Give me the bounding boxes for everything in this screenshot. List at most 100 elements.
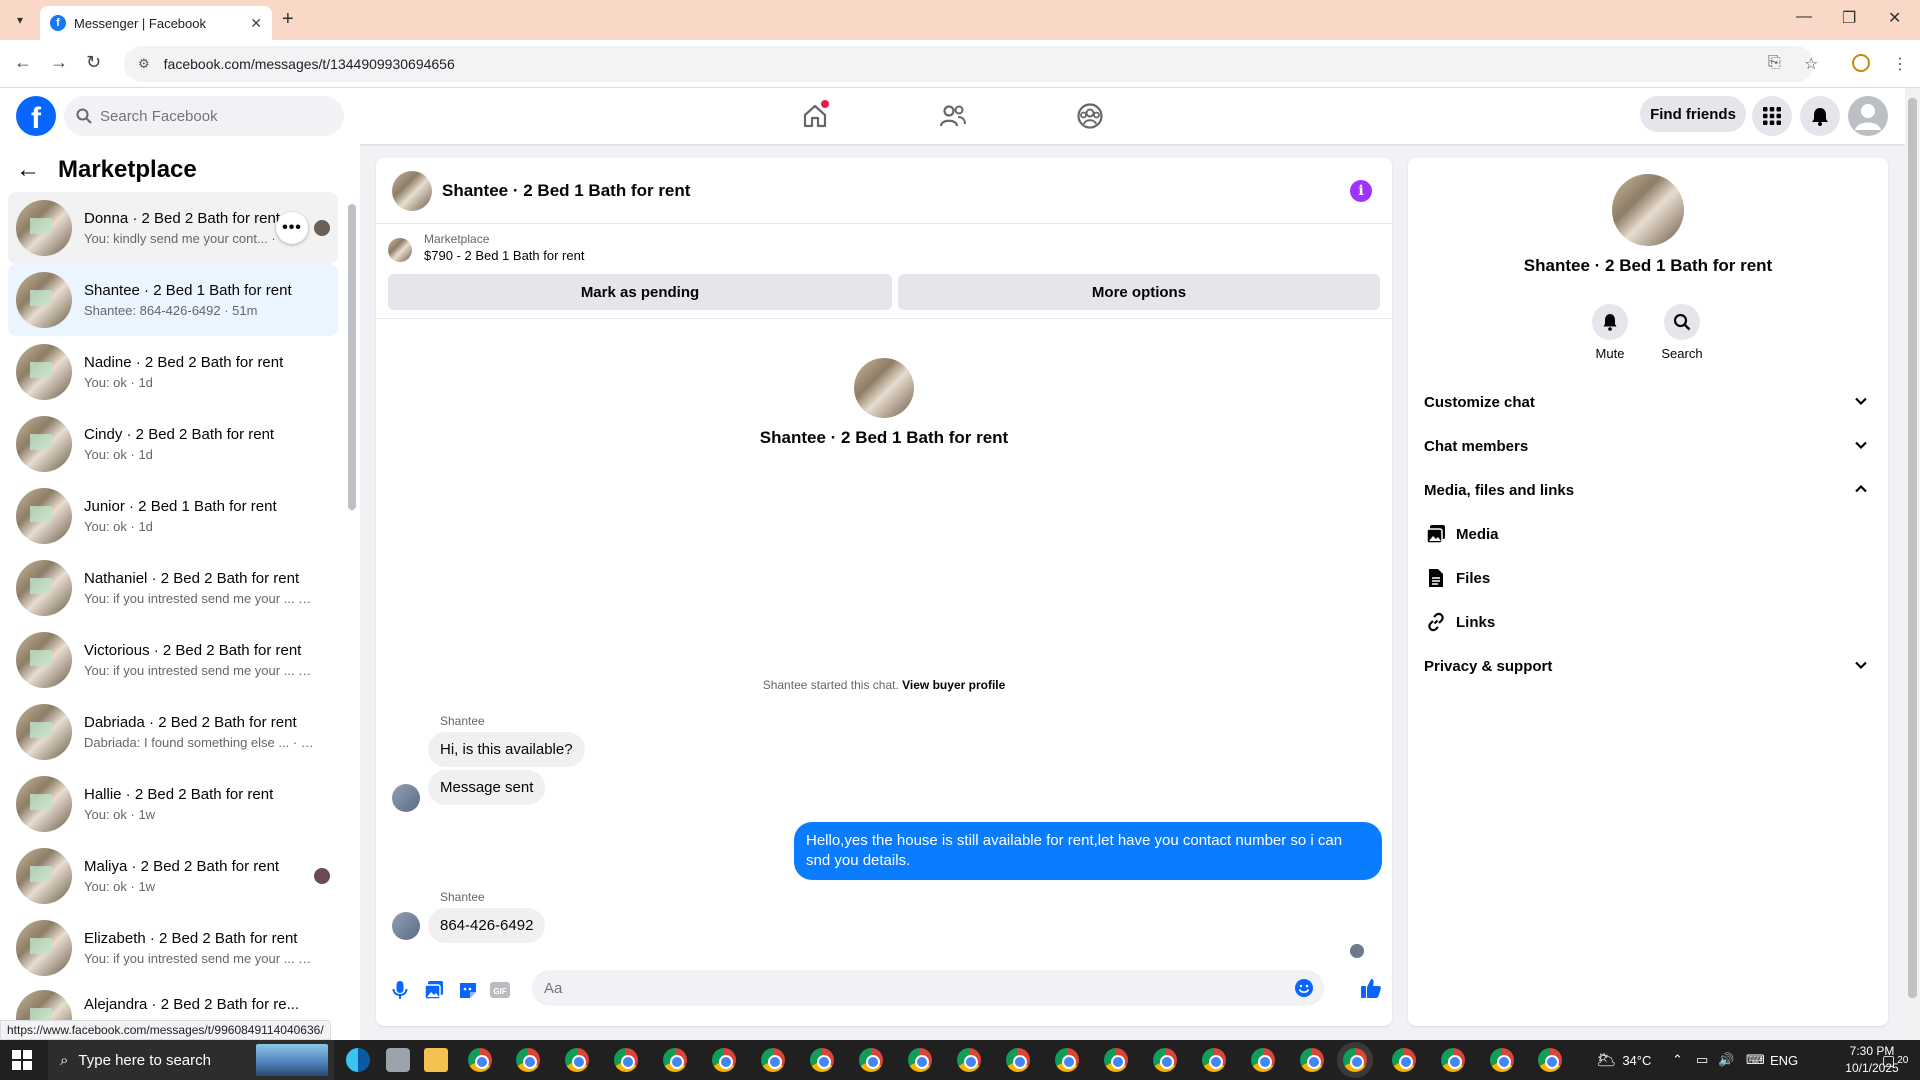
search-in-conversation-button[interactable]: Search xyxy=(1652,304,1712,361)
chrome-icon[interactable] xyxy=(859,1048,883,1072)
files-item[interactable]: Files xyxy=(1424,556,1872,600)
search-input[interactable] xyxy=(100,107,320,125)
chrome-icon[interactable] xyxy=(1202,1048,1226,1072)
account-avatar[interactable] xyxy=(1848,96,1888,136)
network-icon[interactable]: ⌨ xyxy=(1746,1040,1765,1080)
site-info-icon[interactable]: ⚙ xyxy=(138,56,150,72)
like-thumbs-up-icon[interactable] xyxy=(1359,976,1383,1000)
chrome-icon[interactable] xyxy=(663,1048,687,1072)
marketplace-listing-info[interactable]: Marketplace $790 - 2 Bed 1 Bath for rent xyxy=(388,232,584,263)
language-indicator[interactable]: ENG xyxy=(1770,1040,1798,1080)
gif-icon[interactable]: GIF xyxy=(488,978,512,1002)
browser-tab[interactable]: f Messenger | Facebook ✕ xyxy=(40,6,272,40)
conversation-item[interactable]: Dabriada · 2 Bed 2 Bath for rent Dabriada… xyxy=(8,696,338,768)
conversation-item[interactable]: Nathaniel · 2 Bed 2 Bath for rent You: if… xyxy=(8,552,338,624)
chrome-icon[interactable] xyxy=(1490,1048,1514,1072)
weather-widget[interactable]: 🌥 34°C xyxy=(1596,1040,1651,1080)
sender-avatar[interactable] xyxy=(392,784,420,812)
chrome-icon[interactable] xyxy=(516,1048,540,1072)
emoji-icon[interactable] xyxy=(1294,978,1314,998)
chrome-icon[interactable] xyxy=(957,1048,981,1072)
close-tab-icon[interactable]: ✕ xyxy=(250,15,262,32)
taskbar-search[interactable]: ⌕ Type here to search xyxy=(48,1040,334,1080)
back-arrow-icon[interactable]: ← xyxy=(16,156,40,184)
message-input[interactable] xyxy=(544,979,1244,997)
menu-grid-icon[interactable] xyxy=(1752,96,1792,136)
chrome-icon[interactable] xyxy=(1300,1048,1324,1072)
groups-nav-icon[interactable] xyxy=(1072,100,1108,132)
show-hidden-icons[interactable]: ⌃ xyxy=(1672,1040,1683,1080)
back-icon[interactable]: ← xyxy=(14,52,32,73)
battery-icon[interactable]: ▭ xyxy=(1696,1040,1708,1080)
conversation-item[interactable]: Donna · 2 Bed 2 Bath for rent You: kindly… xyxy=(8,192,338,264)
message-bubble[interactable]: Hi, is this available? xyxy=(428,732,585,767)
my-message-bubble[interactable]: Hello,yes the house is still available f… xyxy=(794,822,1382,880)
home-nav-icon[interactable] xyxy=(797,100,833,132)
conversation-item[interactable]: Nadine · 2 Bed 2 Bath for rent You: ok · … xyxy=(8,336,338,408)
profile-icon[interactable] xyxy=(1852,54,1870,72)
mark-as-pending-button[interactable]: Mark as pending xyxy=(388,274,892,310)
more-options-icon[interactable]: ••• xyxy=(276,212,308,244)
conversation-info-icon[interactable]: i xyxy=(1350,180,1372,202)
chrome-icon[interactable] xyxy=(565,1048,589,1072)
chrome-icon[interactable] xyxy=(1055,1048,1079,1072)
url-text[interactable]: facebook.com/messages/t/1344909930694656 xyxy=(164,56,455,72)
notifications-bell-icon[interactable] xyxy=(1800,96,1840,136)
volume-icon[interactable]: 🔊 xyxy=(1718,1040,1734,1080)
conversation-item[interactable]: Junior · 2 Bed 1 Bath for rent You: ok · … xyxy=(8,480,338,552)
sender-avatar[interactable] xyxy=(392,912,420,940)
chrome-icon[interactable] xyxy=(1538,1048,1562,1072)
microphone-icon[interactable] xyxy=(388,978,412,1002)
chrome-icon[interactable] xyxy=(468,1048,492,1072)
conversation-item[interactable]: Cindy · 2 Bed 2 Bath for rent You: ok · 1… xyxy=(8,408,338,480)
message-bubble[interactable]: 864-426-6492 xyxy=(428,908,546,943)
chat-title[interactable]: Shantee · 2 Bed 1 Bath for rent xyxy=(442,181,690,201)
page-scrollbar-thumb[interactable] xyxy=(1908,98,1917,998)
conversation-item[interactable]: Victorious · 2 Bed 2 Bath for rent You: i… xyxy=(8,624,338,696)
chrome-icon[interactable] xyxy=(908,1048,932,1072)
facebook-search[interactable] xyxy=(64,96,344,136)
chrome-icon[interactable] xyxy=(712,1048,736,1072)
sticker-icon[interactable] xyxy=(456,978,480,1002)
media-files-links-row[interactable]: Media, files and links xyxy=(1424,468,1872,512)
reload-icon[interactable]: ↻ xyxy=(86,52,101,73)
forward-icon[interactable]: → xyxy=(50,52,68,73)
conversation-item[interactable]: Maliya · 2 Bed 2 Bath for rent You: ok · … xyxy=(8,840,338,912)
chrome-icon-active[interactable] xyxy=(1343,1048,1367,1072)
more-options-button[interactable]: More options xyxy=(898,274,1380,310)
edge-icon[interactable] xyxy=(346,1048,370,1072)
chrome-icon[interactable] xyxy=(1392,1048,1416,1072)
chrome-icon[interactable] xyxy=(810,1048,834,1072)
tab-search-chevron-icon[interactable]: ▾ xyxy=(8,8,32,32)
customize-chat-row[interactable]: Customize chat xyxy=(1424,380,1872,424)
sidebar-scrollbar[interactable] xyxy=(348,204,356,510)
windows-start-icon[interactable] xyxy=(12,1050,32,1070)
conversation-item[interactable]: Hallie · 2 Bed 2 Bath for rent You: ok · … xyxy=(8,768,338,840)
page-scrollbar[interactable] xyxy=(1905,88,1920,1040)
minimize-icon[interactable]: — xyxy=(1796,8,1812,26)
chat-listing-thumbnail[interactable] xyxy=(392,170,432,211)
message-input-box[interactable] xyxy=(532,970,1324,1006)
restore-icon[interactable]: ❐ xyxy=(1842,8,1856,28)
conversation-item[interactable]: Elizabeth · 2 Bed 2 Bath for rent You: if… xyxy=(8,912,338,984)
chrome-icon[interactable] xyxy=(761,1048,785,1072)
mute-button[interactable]: Mute xyxy=(1580,304,1640,361)
chrome-icon[interactable] xyxy=(1153,1048,1177,1072)
file-explorer-icon[interactable] xyxy=(424,1048,448,1072)
privacy-support-row[interactable]: Privacy & support xyxy=(1424,644,1872,688)
chrome-icon[interactable] xyxy=(1441,1048,1465,1072)
install-app-icon[interactable]: ⎘ xyxy=(1768,54,1781,72)
friends-nav-icon[interactable] xyxy=(935,100,971,132)
facebook-logo-icon[interactable]: f xyxy=(16,96,56,136)
chrome-icon[interactable] xyxy=(1006,1048,1030,1072)
notification-center-icon[interactable]: ▢ 20 xyxy=(1882,1040,1908,1080)
media-item[interactable]: Media xyxy=(1424,512,1872,556)
conversation-item-active[interactable]: Shantee · 2 Bed 1 Bath for rent Shantee: … xyxy=(8,264,338,336)
bookmark-star-icon[interactable]: ☆ xyxy=(1804,54,1818,74)
find-friends-button[interactable]: Find friends xyxy=(1640,96,1746,132)
chrome-icon[interactable] xyxy=(614,1048,638,1072)
new-tab-icon[interactable]: + xyxy=(282,8,294,31)
omnibox[interactable]: ⚙ facebook.com/messages/t/13449099306946… xyxy=(124,46,1814,82)
chat-members-row[interactable]: Chat members xyxy=(1424,424,1872,468)
links-item[interactable]: Links xyxy=(1424,600,1872,644)
